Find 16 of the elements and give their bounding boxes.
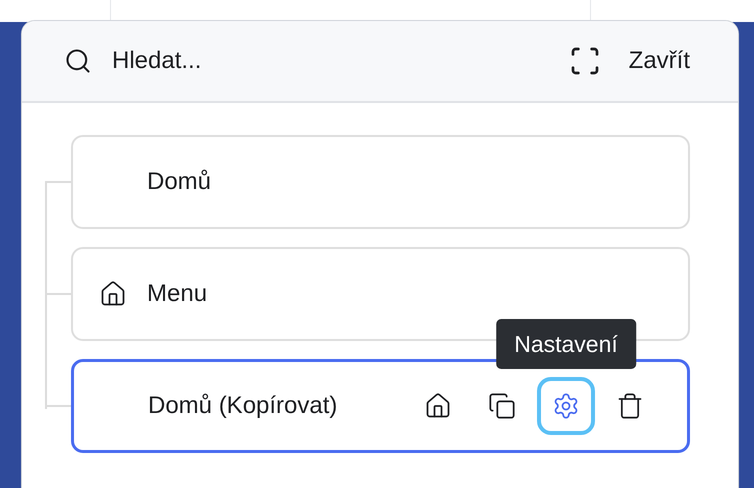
copy-icon [488,392,516,420]
tooltip: Nastavení [496,318,636,369]
home-icon [424,392,452,420]
search-field[interactable]: Hledat... [112,43,569,79]
settings-icon [552,392,580,420]
settings-button[interactable] [537,377,595,435]
item-label: Domů [147,167,212,197]
trash-icon [616,392,644,420]
item-label: Menu [147,279,208,309]
search-icon [64,47,92,75]
home-icon [99,280,127,308]
close-button[interactable]: Zavřít [628,43,690,79]
search-bar[interactable]: Hledat... Zavřít [22,21,738,103]
item-label: Domů (Kopírovat) [148,391,338,421]
fullscreen-icon[interactable] [568,45,601,77]
tree-item[interactable]: Domů [71,135,690,229]
